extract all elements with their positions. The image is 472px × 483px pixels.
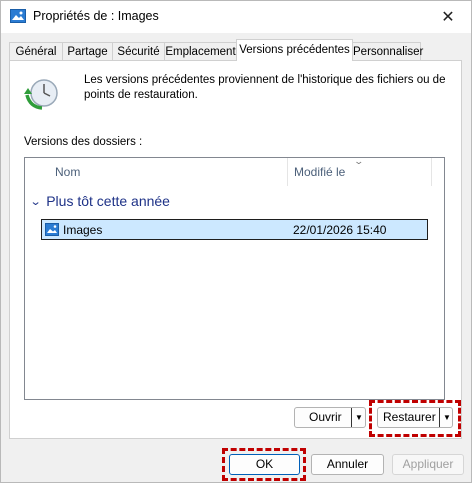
restore-clock-icon [24,79,58,110]
close-button[interactable]: ✕ [425,1,471,33]
tab-label: Général [15,46,57,58]
versions-list[interactable]: Nom Modifié le ⌄ ⌄ Plus tôt cette année … [24,156,445,400]
folder-images-icon [45,223,59,236]
tab-customize[interactable]: Personnaliser [352,42,424,60]
restore-dropdown-arrow[interactable]: ▼ [439,408,454,427]
tab-label: Personnaliser [353,46,424,58]
info-text: Les versions précédentes proviennent de … [84,74,446,101]
row-modified-date: 22/01/2026 15:40 [293,223,387,237]
tab-security[interactable]: Sécurité [112,42,165,60]
tab-general[interactable]: Général [9,42,63,60]
column-header-modified[interactable]: Modifié le [294,158,345,186]
column-separator [287,158,288,186]
open-split-button[interactable]: Ouvrir ▼ [294,407,366,428]
row-name: Images [63,223,103,237]
list-item[interactable]: Images 22/01/2026 15:40 [41,219,428,240]
column-separator [431,158,432,186]
restore-split-button[interactable]: Restaurer ▼ [377,407,453,428]
group-label: Plus tôt cette année [46,193,170,209]
open-button-label: Ouvrir [309,410,342,424]
chevron-down-icon: ⌄ [29,195,42,208]
apply-button[interactable]: Appliquer [392,454,464,475]
open-dropdown-arrow[interactable]: ▼ [351,408,366,427]
tab-label: Emplacement [165,46,236,58]
tab-label: Versions précédentes [239,44,350,56]
cancel-button[interactable]: Annuler [311,454,384,475]
tab-sharing[interactable]: Partage [62,42,113,60]
restore-button-label: Restaurer [383,410,436,424]
folder-versions-label: Versions des dossiers : [24,136,143,148]
tab-location[interactable]: Emplacement [164,42,237,60]
folder-images-icon [10,9,26,23]
properties-window: Propriétés de : Images ✕ Général Partage… [0,0,472,483]
tab-previous-versions[interactable]: Versions précédentes [236,39,353,61]
ok-button[interactable]: OK [229,454,300,475]
window-title: Propriétés de : Images [33,9,159,23]
tab-label: Sécurité [117,46,160,58]
tab-label: Partage [67,46,108,58]
sort-chevron-icon: ⌄ [353,156,365,166]
group-header[interactable]: ⌄ Plus tôt cette année [29,193,170,209]
column-header-name[interactable]: Nom [55,158,80,186]
tab-panel: Les versions précédentes proviennent de … [9,60,462,439]
close-icon: ✕ [441,9,455,26]
title-bar: Propriétés de : Images ✕ [1,1,471,33]
